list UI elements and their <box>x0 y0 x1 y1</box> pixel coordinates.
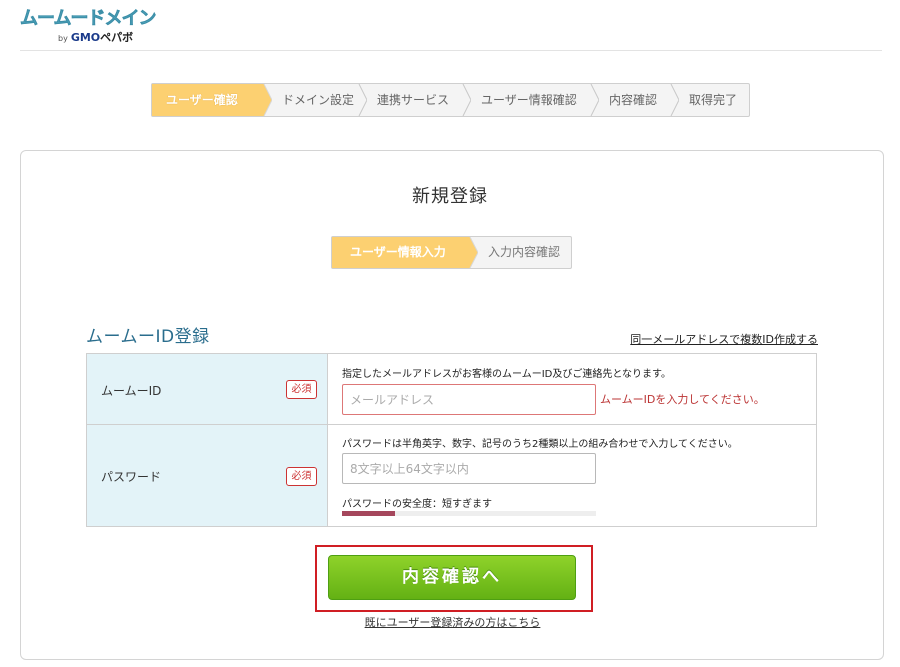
logo-gmo: GMO <box>70 31 101 44</box>
chevron-right-icon <box>590 84 599 116</box>
email-field[interactable] <box>342 384 596 415</box>
progress-step-label: ユーザー情報確認 <box>481 93 577 107</box>
form-field-cell: 指定したメールアドレスがお客様のムームーID及びご連絡先となります。 ムームーI… <box>328 354 816 424</box>
field-label: ムームーID <box>101 384 162 398</box>
form-label-cell: ムームーID 必須 <box>87 354 328 424</box>
form-row-muumuu-id: ムームーID 必須 指定したメールアドレスがお客様のムームーID及びご連絡先とな… <box>87 354 816 425</box>
muumuu-domain-logo[interactable]: ムームードメイン by GMOペパボ <box>20 4 170 46</box>
substep-input-confirm: 入力内容確認 <box>470 237 571 268</box>
multiple-id-link[interactable]: 同一メールアドレスで複数ID作成する <box>630 331 818 347</box>
form-field-cell: パスワードは半角英字、数字、記号のうち2種類以上の組み合わせで入力してください。… <box>328 425 816 526</box>
password-strength-fill <box>342 511 396 516</box>
chevron-right-icon <box>358 84 367 116</box>
progress-step-label: 取得完了 <box>689 93 738 107</box>
registration-progress: ユーザー確認 ドメイン設定 連携サービス ユーザー情報確認 内容確認 取得完了 <box>151 83 750 117</box>
progress-step-label: 内容確認 <box>609 93 658 107</box>
chevron-right-icon <box>256 84 272 116</box>
logo-by: by <box>58 34 68 43</box>
required-badge: 必須 <box>286 380 317 399</box>
password-strength-label: パスワードの安全度：短すぎます <box>342 499 492 510</box>
progress-step-label: ドメイン設定 <box>282 93 355 107</box>
confirm-content-button[interactable]: 内容確認へ <box>328 555 576 600</box>
substep-user-info-input: ユーザー情報入力 <box>332 237 478 268</box>
progress-step-linked-services: 連携サービス <box>359 84 471 116</box>
form-label-cell: パスワード 必須 <box>87 425 328 526</box>
substep-label: 入力内容確認 <box>488 245 561 259</box>
password-strength-meter <box>342 511 596 516</box>
registration-form: ムームーID 必須 指定したメールアドレスがお客様のムームーID及びご連絡先とな… <box>86 353 817 527</box>
progress-step-user-check: ユーザー確認 <box>152 84 272 116</box>
progress-step-label: ユーザー確認 <box>166 93 238 107</box>
password-field[interactable] <box>342 453 596 484</box>
substep-label: ユーザー情報入力 <box>350 245 446 259</box>
logo-pepabo: ペパボ <box>100 31 134 44</box>
progress-step-label: 連携サービス <box>377 93 450 107</box>
progress-step-user-info-check: ユーザー情報確認 <box>463 84 599 116</box>
field-hint: 指定したメールアドレスがお客様のムームーID及びご連絡先となります。 <box>342 369 672 380</box>
section-title: ムームーID登録 <box>86 327 210 347</box>
logo-byline: by GMOペパボ <box>58 29 133 45</box>
field-label: パスワード <box>101 470 162 484</box>
required-badge: 必須 <box>286 467 317 486</box>
logo-wordmark: ムームードメイン <box>20 8 157 30</box>
progress-step-domain-setting: ドメイン設定 <box>264 84 367 116</box>
progress-step-complete: 取得完了 <box>671 84 749 116</box>
chevron-right-icon <box>462 237 478 268</box>
sub-progress: ユーザー情報入力 入力内容確認 <box>331 236 572 269</box>
progress-step-content-check: 内容確認 <box>591 84 679 116</box>
error-message: ムームーIDを入力してください。 <box>600 393 765 406</box>
field-hint: パスワードは半角英字、数字、記号のうち2種類以上の組み合わせで入力してください。 <box>342 439 738 450</box>
chevron-right-icon <box>462 84 471 116</box>
chevron-right-icon <box>670 84 679 116</box>
existing-user-link[interactable]: 既にユーザー登録済みの方はこちら <box>0 614 900 630</box>
form-row-password: パスワード 必須 パスワードは半角英字、数字、記号のうち2種類以上の組み合わせで… <box>87 425 816 526</box>
header-divider <box>20 50 882 51</box>
site-header: ムームードメイン by GMOペパボ <box>0 0 900 52</box>
page-title: 新規登録 <box>412 186 488 207</box>
